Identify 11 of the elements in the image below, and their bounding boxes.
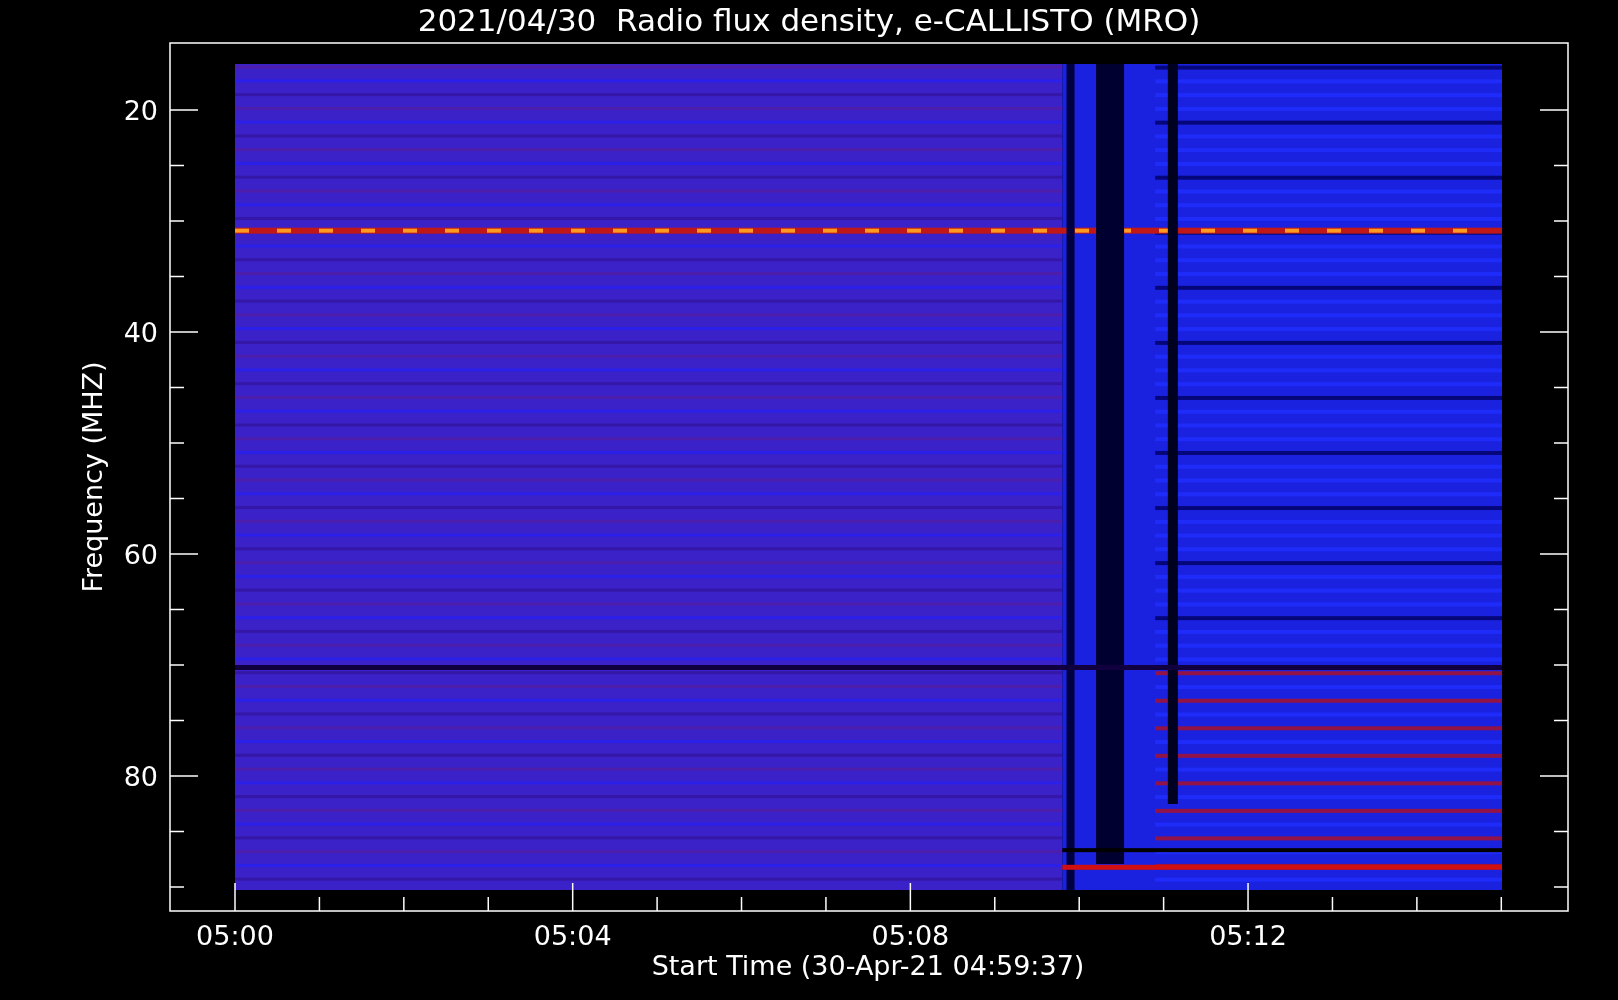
x-tick-label: 05:04: [533, 920, 612, 951]
y-tick-label: 80: [123, 761, 158, 792]
plot-title: 2021/04/30 Radio flux density, e-CALLISTO (MRO): [417, 1, 1201, 40]
x-axis-label: Start Time (30-Apr-21 04:59:37): [651, 950, 1085, 981]
y-tick-label: 60: [123, 539, 158, 570]
y-tick-label: 40: [123, 317, 158, 348]
x-tick-label: 05:08: [871, 920, 950, 951]
y-tick-label: 20: [123, 95, 158, 126]
y-axis-label: Frequency (MHZ): [77, 361, 108, 593]
x-tick-label: 05:00: [196, 920, 274, 951]
x-tick-label: 05:12: [1209, 920, 1287, 951]
